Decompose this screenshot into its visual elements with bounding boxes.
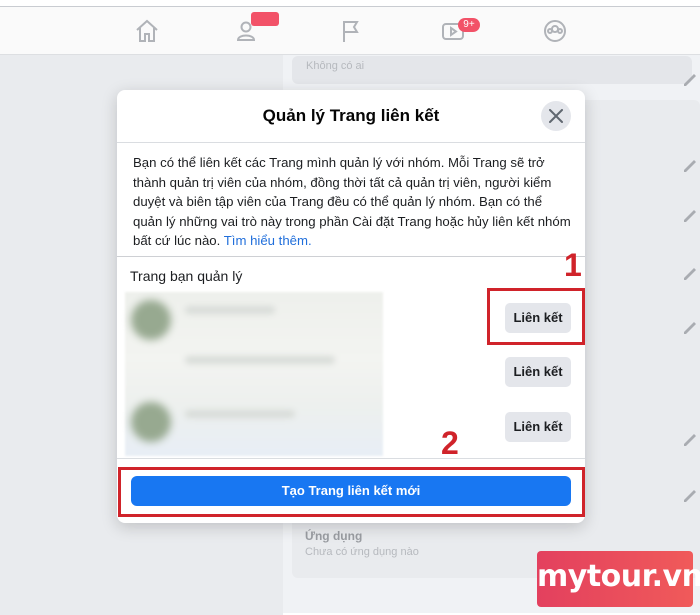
blurred-page-list: [125, 292, 383, 456]
background-card-top: Không có ai: [292, 56, 692, 84]
annotation-number-step1: 1: [564, 247, 582, 283]
learn-more-link[interactable]: Tìm hiểu thêm.: [224, 233, 312, 248]
friends-badge: [251, 12, 279, 26]
background-section-title: Ứng dụng: [305, 529, 363, 543]
page-avatar: [131, 402, 171, 442]
edit-pencil-icon[interactable]: [682, 318, 700, 336]
page-name-blurred: [185, 306, 275, 314]
link-page-button[interactable]: Liên kết: [505, 357, 571, 387]
dialog-title: Quản lý Trang liên kết: [262, 106, 440, 125]
edit-pencil-icon[interactable]: [682, 156, 700, 174]
description-text: Bạn có thể liên kết các Trang mình quản …: [133, 155, 571, 248]
top-border: [0, 0, 700, 7]
edit-pencil-icon[interactable]: [682, 70, 700, 88]
edit-pencil-icon[interactable]: [682, 206, 700, 224]
mytour-watermark-logo: mytour.vn: [537, 551, 700, 607]
edit-pencil-icon[interactable]: [682, 264, 700, 282]
close-button[interactable]: [541, 101, 571, 131]
groups-icon[interactable]: [542, 18, 568, 44]
footer-divider: [117, 458, 585, 459]
close-icon: [549, 109, 563, 123]
page-name-blurred: [185, 356, 335, 364]
section-label: Trang bạn quản lý: [130, 268, 243, 284]
annotation-box-step2: [118, 467, 585, 517]
home-icon[interactable]: [134, 18, 160, 44]
background-card-text: Không có ai: [306, 60, 365, 72]
background-section-text: Chưa có ứng dụng nào: [305, 546, 419, 558]
edit-pencil-icon[interactable]: [682, 486, 700, 504]
link-page-button[interactable]: Liên kết: [505, 412, 571, 442]
annotation-box-step1: [487, 288, 585, 345]
page-name-blurred: [185, 410, 295, 418]
watch-badge: 9+: [458, 18, 480, 32]
top-navigation-bar: 9+: [0, 0, 700, 55]
section-divider: [117, 256, 585, 257]
screenshot-frame: 9+ Không có ai Ứng dụng Chưa có ứng dụng…: [0, 0, 700, 615]
dialog-description: Bạn có thể liên kết các Trang mình quản …: [133, 153, 573, 251]
flag-icon[interactable]: [338, 18, 364, 44]
edit-pencil-icon[interactable]: [682, 430, 700, 448]
page-avatar: [131, 300, 171, 340]
annotation-number-step2: 2: [441, 425, 459, 461]
header-divider: [117, 142, 585, 143]
